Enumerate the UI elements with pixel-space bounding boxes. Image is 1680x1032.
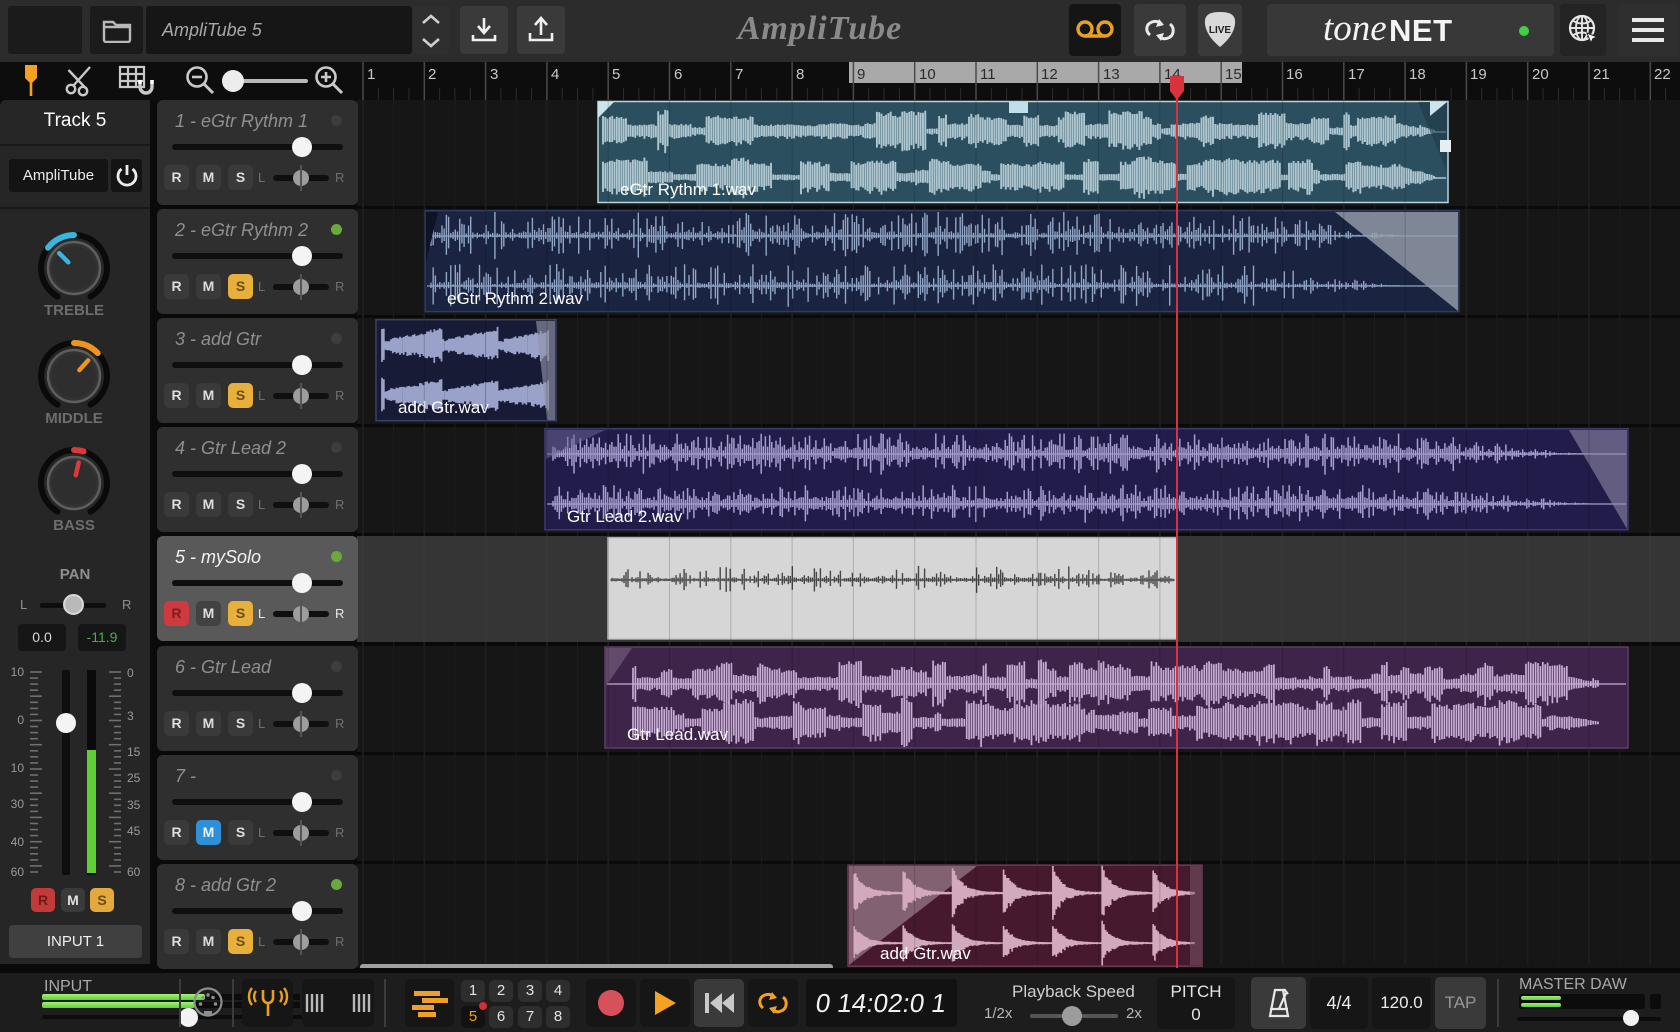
svg-text:20: 20: [1532, 66, 1549, 83]
svg-text:12: 12: [1041, 66, 1058, 83]
svg-text:30: 30: [11, 797, 25, 811]
svg-text:40: 40: [11, 835, 25, 849]
svg-text:10: 10: [919, 66, 936, 83]
svg-text:0: 0: [127, 666, 134, 680]
svg-text:17: 17: [1348, 66, 1365, 83]
svg-text:19: 19: [1470, 66, 1487, 83]
svg-text:3: 3: [490, 66, 498, 83]
svg-text:6: 6: [674, 66, 682, 83]
svg-text:21: 21: [1593, 66, 1610, 83]
svg-text:10: 10: [11, 761, 25, 775]
svg-text:10: 10: [11, 665, 25, 679]
svg-text:eGtr Rythm 2.wav: eGtr Rythm 2.wav: [447, 289, 584, 308]
svg-text:25: 25: [127, 771, 141, 785]
svg-text:BASS: BASS: [53, 517, 95, 534]
svg-text:add Gtr.wav: add Gtr.wav: [880, 944, 971, 963]
svg-text:TREBLE: TREBLE: [44, 302, 104, 319]
svg-text:1: 1: [367, 66, 375, 83]
svg-text:18: 18: [1409, 66, 1426, 83]
svg-text:4: 4: [551, 66, 559, 83]
svg-text:8: 8: [796, 66, 804, 83]
svg-text:LIVE: LIVE: [1209, 25, 1232, 36]
svg-text:eGtr Rythm 1.wav: eGtr Rythm 1.wav: [620, 180, 757, 199]
svg-text:11: 11: [980, 66, 996, 83]
svg-text:0: 0: [17, 713, 24, 727]
svg-text:45: 45: [127, 824, 141, 838]
svg-text:Gtr Lead.wav: Gtr Lead.wav: [627, 725, 729, 744]
svg-text:16: 16: [1286, 66, 1303, 83]
svg-text:MIDDLE: MIDDLE: [45, 410, 103, 427]
svg-text:add Gtr.wav: add Gtr.wav: [398, 398, 489, 417]
svg-text:22: 22: [1654, 66, 1671, 83]
svg-text:2: 2: [428, 66, 436, 83]
svg-text:15: 15: [1225, 66, 1242, 83]
svg-text:9: 9: [857, 66, 865, 83]
svg-text:7: 7: [735, 66, 743, 83]
svg-text:5: 5: [612, 66, 620, 83]
svg-text:35: 35: [127, 798, 141, 812]
svg-text:13: 13: [1103, 66, 1120, 83]
svg-text:Gtr Lead 2.wav: Gtr Lead 2.wav: [567, 507, 683, 526]
svg-text:60: 60: [127, 865, 141, 879]
svg-text:15: 15: [127, 745, 141, 759]
svg-text:60: 60: [11, 865, 25, 879]
svg-text:3: 3: [127, 709, 134, 723]
